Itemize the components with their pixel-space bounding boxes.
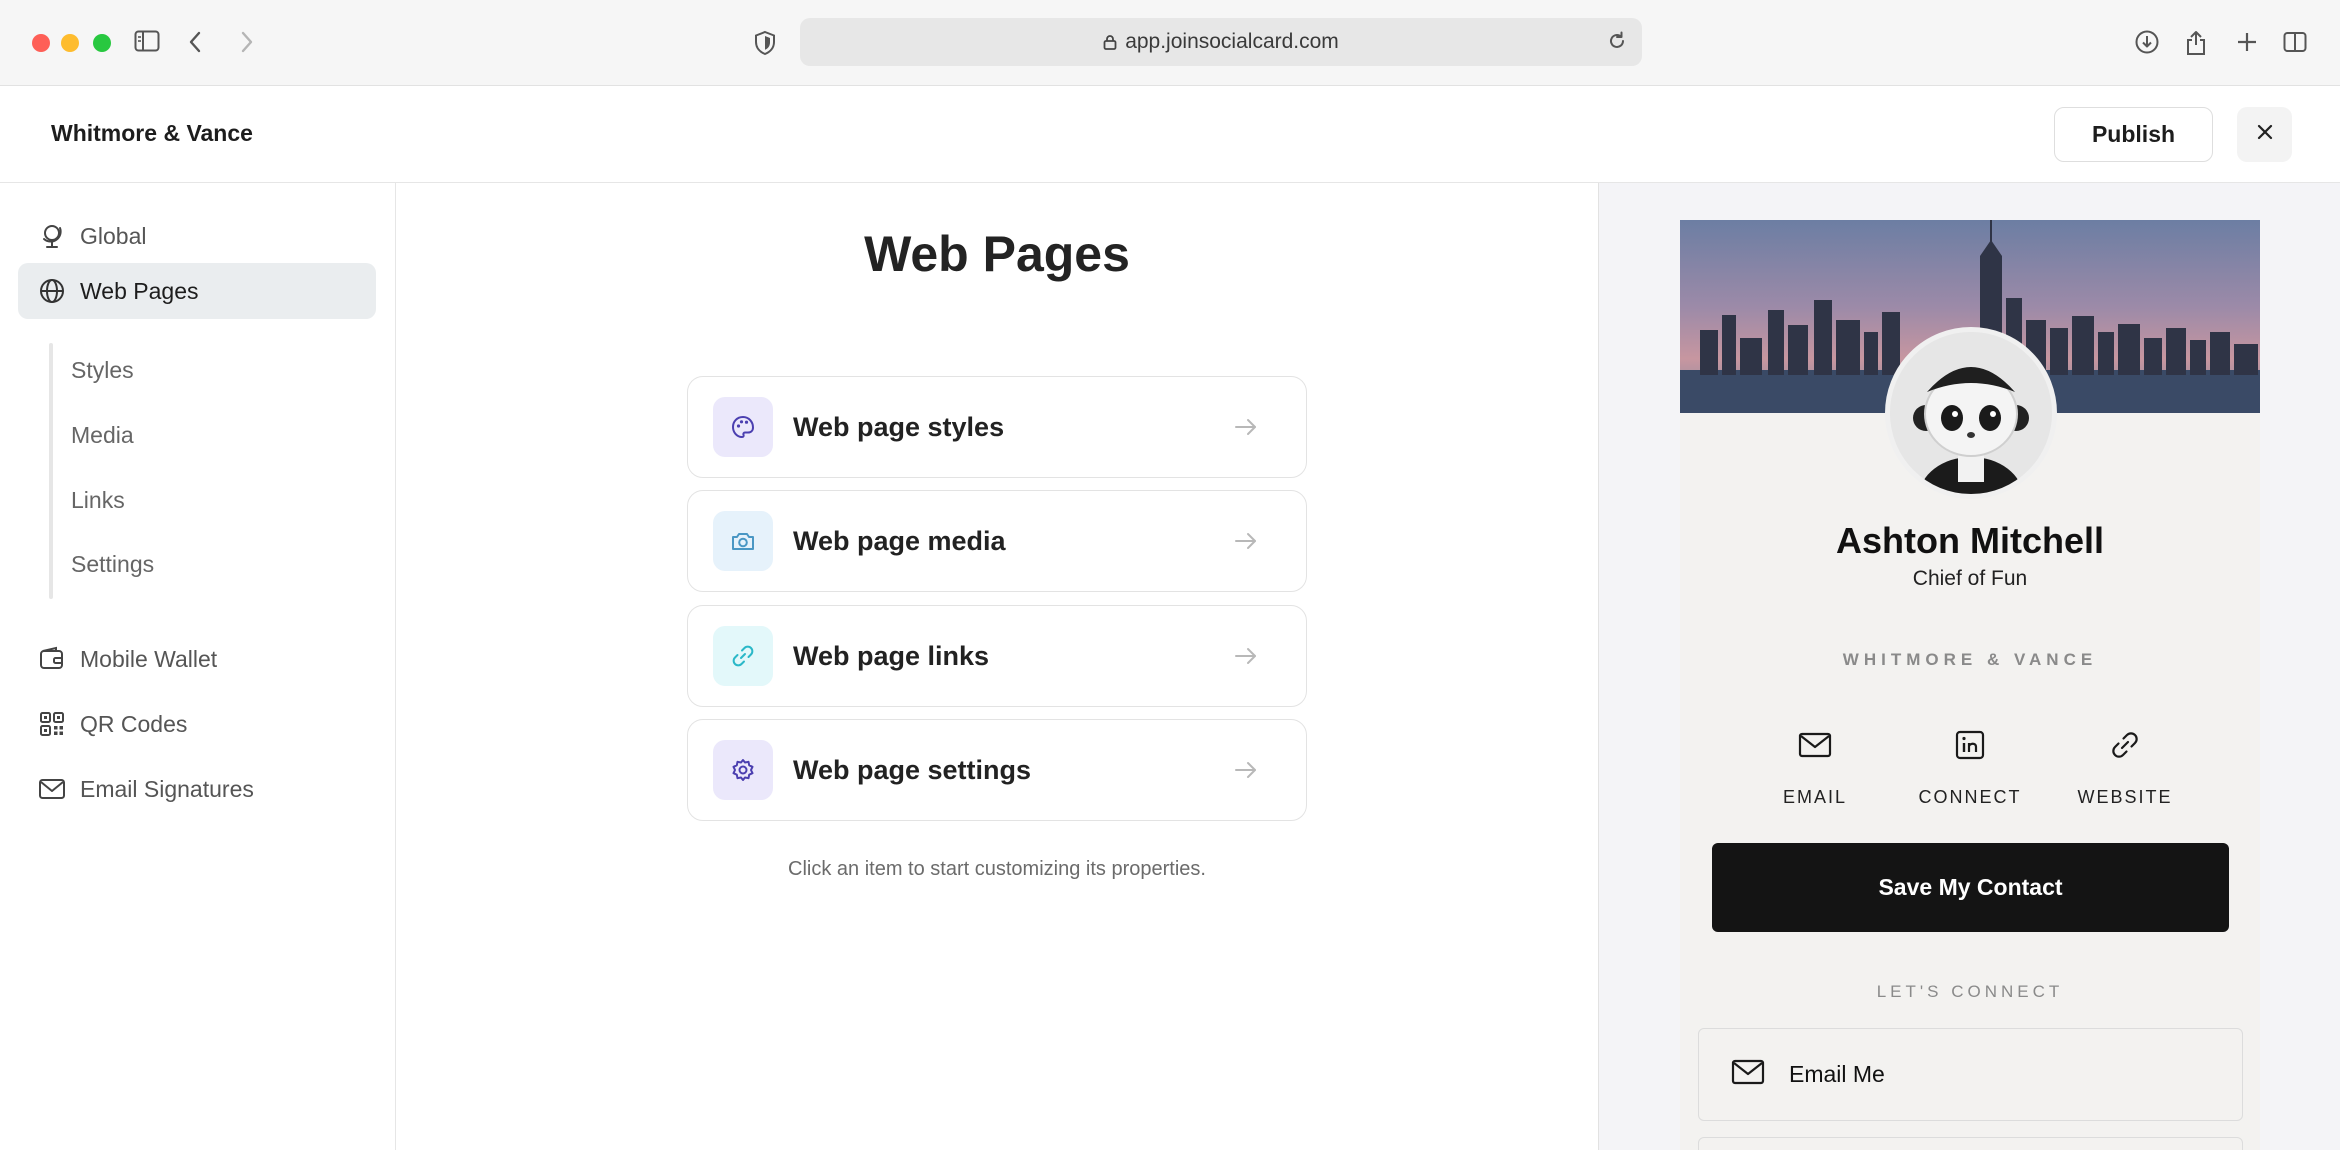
sidebar-item-label: Global (80, 222, 147, 249)
sidebar-item-label: QR Codes (80, 710, 188, 737)
sidebar-toggle-icon[interactable] (134, 30, 160, 52)
new-tab-icon[interactable] (2236, 31, 2258, 53)
sidebar-item-label: Email Signatures (80, 775, 254, 802)
sidebar-item-global[interactable]: Global (18, 208, 376, 264)
sidebar-item-email-signatures[interactable]: Email Signatures (18, 761, 376, 817)
globe-icon (38, 277, 66, 305)
mail-icon (1798, 725, 1832, 765)
card-label: Web page links (793, 640, 990, 671)
card-label: Web page settings (793, 754, 1032, 785)
profile-role: Chief of Fun (1912, 567, 2028, 590)
action-label: EMAIL (1782, 787, 1848, 807)
maximize-window-button[interactable] (93, 34, 111, 52)
arrow-right-icon (1226, 646, 1266, 666)
address-bar[interactable]: app.joinsocialcard.com (800, 18, 1642, 66)
web-page-styles-card[interactable]: Web page styles (687, 376, 1307, 478)
palette-icon (713, 397, 773, 457)
avatar (1885, 327, 2057, 499)
card-label: Web page styles (793, 411, 1005, 442)
privacy-shield-icon[interactable] (754, 30, 776, 56)
back-icon[interactable] (188, 31, 202, 53)
close-window-button[interactable] (32, 34, 50, 52)
share-icon[interactable] (2185, 28, 2207, 56)
sidebar-item-label: Web Pages (80, 277, 199, 304)
hint-text: Click an item to start customizing its p… (788, 858, 1206, 880)
arrow-right-icon (1226, 760, 1266, 780)
email-action[interactable]: EMAIL (1745, 725, 1885, 808)
camera-icon (713, 511, 773, 571)
link-icon (2109, 725, 2141, 765)
subnav-item-media[interactable]: Media (71, 422, 134, 449)
close-icon (2256, 123, 2274, 146)
minimize-window-button[interactable] (61, 34, 79, 52)
email-me-link[interactable]: Email Me (1698, 1028, 2243, 1121)
main-content: Web Pages Web page styles Web page media… (396, 183, 1598, 1150)
url-text: app.joinsocialcard.com (1125, 30, 1339, 53)
subnav-item-styles[interactable]: Styles (71, 357, 134, 384)
globe-stand-icon (38, 222, 66, 250)
sidebar-item-mobile-wallet[interactable]: Mobile Wallet (18, 631, 376, 687)
next-link-row[interactable] (1698, 1137, 2243, 1150)
subnav-item-settings[interactable]: Settings (71, 551, 154, 578)
lock-icon (1103, 34, 1117, 50)
reload-icon[interactable] (1606, 30, 1628, 57)
linkedin-icon (1955, 725, 1985, 765)
web-page-media-card[interactable]: Web page media (687, 490, 1307, 592)
lets-connect-heading: LET'S CONNECT (1876, 982, 2064, 1001)
card-preview: Ashton Mitchell Chief of Fun WHITMORE & … (1680, 220, 2260, 1150)
sidebar-item-qr-codes[interactable]: QR Codes (18, 696, 376, 752)
email-me-label: Email Me (1789, 1061, 1885, 1087)
card-preview-panel: Ashton Mitchell Chief of Fun WHITMORE & … (1598, 183, 2340, 1150)
forward-icon[interactable] (240, 31, 254, 53)
app-header: Whitmore & Vance Publish (0, 86, 2340, 183)
web-page-settings-card[interactable]: Web page settings (687, 719, 1307, 821)
page-title: Web Pages (864, 226, 1130, 282)
action-label: CONNECT (1918, 787, 2022, 807)
gear-icon (713, 740, 773, 800)
arrow-right-icon (1226, 531, 1266, 551)
card-label: Web page media (793, 525, 1006, 556)
subnav-rail (49, 343, 53, 599)
browser-toolbar: app.joinsocialcard.com (0, 0, 2340, 86)
save-contact-button[interactable]: Save My Contact (1712, 843, 2229, 932)
close-editor-button[interactable] (2237, 107, 2292, 162)
workspace-name: Whitmore & Vance (51, 120, 253, 146)
web-page-links-card[interactable]: Web page links (687, 605, 1307, 707)
link-icon (713, 626, 773, 686)
download-icon[interactable] (2134, 29, 2160, 55)
connect-action[interactable]: CONNECT (1900, 725, 2040, 808)
tab-overview-icon[interactable] (2283, 31, 2307, 53)
website-action[interactable]: WEBSITE (2055, 725, 2195, 808)
profile-name: Ashton Mitchell (1836, 520, 2104, 561)
publish-button[interactable]: Publish (2054, 107, 2213, 162)
sidebar-item-web-pages[interactable]: Web Pages (18, 263, 376, 319)
mail-icon (1731, 1059, 1765, 1090)
qr-code-icon (38, 710, 66, 738)
action-label: WEBSITE (2077, 787, 2173, 807)
mail-icon (38, 775, 66, 803)
wallet-icon (38, 645, 66, 673)
profile-company: WHITMORE & VANCE (1842, 650, 2098, 669)
subnav-item-links[interactable]: Links (71, 487, 125, 514)
sidebar: Global Web Pages Styles Media Links Sett… (0, 183, 396, 1150)
sidebar-item-label: Mobile Wallet (80, 645, 218, 672)
arrow-right-icon (1226, 417, 1266, 437)
